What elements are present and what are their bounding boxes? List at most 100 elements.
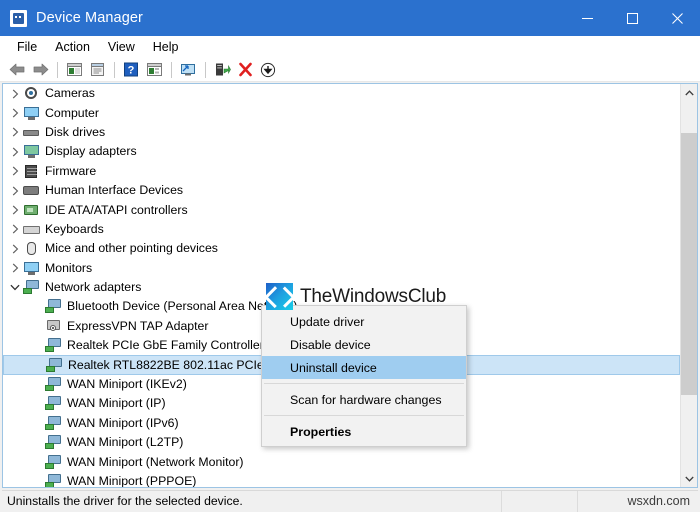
- tree-item[interactable]: Human Interface Devices: [3, 181, 680, 200]
- maximize-button[interactable]: [610, 0, 655, 36]
- tree-item-label: Monitors: [45, 260, 93, 275]
- menu-help[interactable]: Help: [144, 37, 188, 57]
- network-adapter-icon: [45, 396, 62, 411]
- menu-action[interactable]: Action: [46, 37, 99, 57]
- tree-item[interactable]: Computer: [3, 103, 680, 122]
- tree-item-label: WAN Miniport (PPPOE): [67, 474, 197, 487]
- window-title: Device Manager: [36, 10, 143, 26]
- status-message-cell: Uninstalls the driver for the selected d…: [2, 490, 502, 512]
- toolbar-separator-4: [205, 61, 206, 78]
- disable-device-button[interactable]: [257, 60, 279, 80]
- menu-bar: File Action View Help: [0, 36, 700, 58]
- scroll-down-icon[interactable]: [681, 470, 697, 487]
- tree-item-label: WAN Miniport (Network Monitor): [67, 454, 244, 469]
- minimize-button[interactable]: [565, 0, 610, 36]
- device-manager-icon: [10, 9, 27, 27]
- context-menu[interactable]: Update driver Disable device Uninstall dev…: [261, 305, 467, 447]
- tree-item-label: Cameras: [45, 86, 95, 101]
- menu-file[interactable]: File: [8, 37, 46, 57]
- device-manager-window: Device Manager File Action View Help ? C…: [0, 0, 700, 512]
- tree-item-label: WAN Miniport (IP): [67, 396, 166, 411]
- properties-button[interactable]: [86, 60, 108, 80]
- menu-view[interactable]: View: [99, 37, 144, 57]
- update-driver-button[interactable]: [211, 60, 233, 80]
- network-adapter-icon: [45, 377, 62, 392]
- chevron-right-icon[interactable]: [7, 263, 23, 273]
- help-button[interactable]: ?: [120, 60, 142, 80]
- network-adapter-icon: [45, 454, 62, 470]
- network-adapter-icon: [45, 435, 62, 450]
- forward-button[interactable]: [29, 60, 51, 80]
- chevron-right-icon[interactable]: [7, 224, 23, 234]
- monitor-icon: [23, 261, 40, 276]
- back-button[interactable]: [6, 60, 28, 80]
- tree-item[interactable]: WAN Miniport (PPPOE): [3, 472, 680, 487]
- chevron-right-icon[interactable]: [7, 147, 23, 157]
- tree-item-label: Mice and other pointing devices: [45, 241, 218, 256]
- tree-item[interactable]: Mice and other pointing devices: [3, 239, 680, 258]
- context-menu-item[interactable]: Uninstall device: [262, 356, 466, 379]
- tree-item-label: Firmware: [45, 163, 97, 178]
- chevron-right-icon[interactable]: [7, 89, 23, 99]
- uninstall-device-button[interactable]: [234, 60, 256, 80]
- network-adapter-icon: [46, 357, 63, 373]
- status-bar: Uninstalls the driver for the selected d…: [2, 490, 698, 512]
- show-hide-console-tree-button[interactable]: [63, 60, 85, 80]
- tree-item[interactable]: Firmware: [3, 162, 680, 181]
- svg-text:?: ?: [128, 65, 135, 77]
- scan-hardware-changes-button[interactable]: [177, 60, 199, 80]
- scroll-up-icon[interactable]: [681, 84, 697, 101]
- context-menu-item[interactable]: Properties: [262, 420, 466, 443]
- display-devices-button[interactable]: [143, 60, 165, 80]
- tree-item-label: Human Interface Devices: [45, 183, 184, 198]
- tree-item-label: Display adapters: [45, 144, 137, 159]
- toolbar: ?: [0, 58, 700, 82]
- context-menu-separator: [264, 415, 464, 416]
- context-menu-separator: [264, 383, 464, 384]
- context-menu-item[interactable]: Scan for hardware changes: [262, 388, 466, 411]
- chevron-right-icon[interactable]: [7, 127, 23, 137]
- tree-item-label: ExpressVPN TAP Adapter: [67, 318, 209, 333]
- network-adapter-icon: [45, 338, 62, 353]
- network-adapter-icon: [45, 299, 62, 314]
- firmware-icon: [23, 164, 40, 179]
- close-button[interactable]: [655, 0, 700, 36]
- toolbar-separator-3: [171, 61, 172, 78]
- twc-logo-text: TheWindowsClub: [300, 285, 447, 307]
- tree-item[interactable]: Disk drives: [3, 123, 680, 142]
- chevron-right-icon[interactable]: [7, 244, 23, 254]
- tree-item-label: Network adapters: [45, 280, 142, 295]
- computer-monitor-icon: [23, 106, 40, 121]
- tree-item-label: Realtek PCIe GbE Family Controller: [67, 338, 264, 353]
- status-cell-2: [502, 490, 578, 512]
- vertical-scrollbar[interactable]: [680, 84, 697, 487]
- network-adapter-icon: [23, 280, 40, 295]
- context-menu-item[interactable]: Update driver: [262, 310, 466, 333]
- scrollbar-thumb[interactable]: [681, 133, 697, 396]
- ide-controller-icon: [23, 203, 40, 218]
- tree-item[interactable]: Keyboards: [3, 220, 680, 239]
- tree-item[interactable]: WAN Miniport (Network Monitor): [3, 452, 680, 471]
- network-adapter-icon: [45, 415, 62, 431]
- network-adapter-icon: [45, 474, 62, 487]
- tree-item[interactable]: Cameras: [3, 84, 680, 103]
- tree-item-label: IDE ATA/ATAPI controllers: [45, 202, 188, 217]
- status-message: Uninstalls the driver for the selected d…: [7, 494, 243, 508]
- twc-logo-icon: [265, 283, 294, 310]
- hid-icon: [23, 183, 40, 198]
- site-watermark: wsxdn.com: [627, 494, 690, 508]
- context-menu-item[interactable]: Disable device: [262, 333, 466, 356]
- chevron-right-icon[interactable]: [7, 166, 23, 176]
- tree-item-label: Computer: [45, 105, 99, 120]
- toolbar-separator-2: [114, 61, 115, 78]
- chevron-right-icon[interactable]: [7, 205, 23, 215]
- tree-item[interactable]: Display adapters: [3, 142, 680, 161]
- chevron-down-icon[interactable]: [7, 284, 23, 291]
- display-adapter-icon: [23, 144, 40, 159]
- tree-item[interactable]: Monitors: [3, 259, 680, 278]
- tree-item-label: Disk drives: [45, 124, 106, 139]
- chevron-right-icon[interactable]: [7, 108, 23, 118]
- chevron-right-icon[interactable]: [7, 186, 23, 196]
- camera-icon: [23, 86, 40, 101]
- tree-item[interactable]: IDE ATA/ATAPI controllers: [3, 200, 680, 219]
